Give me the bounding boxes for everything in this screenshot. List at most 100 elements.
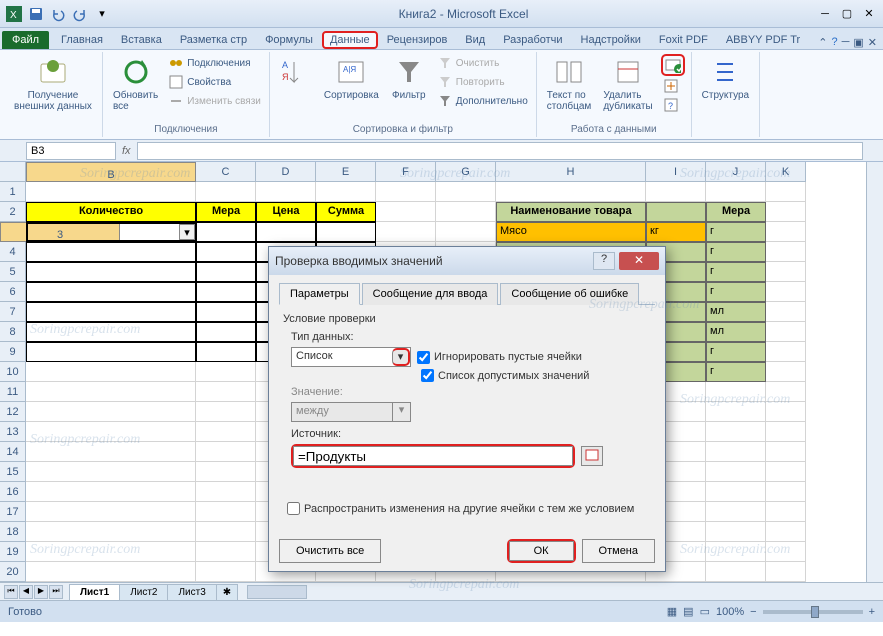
in-cell-dropdown-checkbox[interactable]: Список допустимых значений [421,369,589,382]
cell-C9[interactable] [196,342,256,362]
connections-button[interactable]: Подключения [166,54,263,72]
view-layout-icon[interactable]: ▤ [683,605,693,618]
sheet-tab-1[interactable]: Лист1 [69,584,120,600]
workbook-restore-icon[interactable]: ▣ [853,36,863,49]
type-select[interactable]: Список▾ [291,347,411,367]
view-break-icon[interactable]: ▭ [700,605,710,618]
sort-button[interactable]: А|Я Сортировка [320,54,383,103]
tab-abbyy[interactable]: ABBYY PDF Tr [717,30,809,49]
row-header-6[interactable]: 6 [0,282,26,302]
col-header-H[interactable]: H [496,162,646,182]
cell-J6[interactable]: г [706,282,766,302]
cell-K10[interactable] [766,362,806,382]
cell-H1[interactable] [496,182,646,202]
row-header-15[interactable]: 15 [0,462,26,482]
cell-K6[interactable] [766,282,806,302]
cell-C18[interactable] [196,522,256,542]
tab-foxit[interactable]: Foxit PDF [650,30,717,49]
row-header-13[interactable]: 13 [0,422,26,442]
clear-all-button[interactable]: Очистить все [279,539,381,563]
fx-icon[interactable]: fx [122,145,131,157]
dialog-help-button[interactable]: ? [593,252,615,270]
cell-C14[interactable] [196,442,256,462]
cell-B20[interactable] [26,562,196,582]
cell-J15[interactable] [706,462,766,482]
cell-C4[interactable] [196,242,256,262]
remove-duplicates-button[interactable]: Удалить дубликаты [599,54,656,114]
cell-J11[interactable] [706,382,766,402]
cell-J5[interactable]: г [706,262,766,282]
cell-B15[interactable] [26,462,196,482]
tab-formulas[interactable]: Формулы [256,30,322,49]
formula-input[interactable] [137,142,863,160]
cell-J2[interactable]: Мера [706,202,766,222]
cell-J20[interactable] [706,562,766,582]
cell-B17[interactable] [26,502,196,522]
row-header-19[interactable]: 19 [0,542,26,562]
cell-C10[interactable] [196,362,256,382]
text-to-columns-button[interactable]: Текст по столбцам [543,54,596,114]
cell-K8[interactable] [766,322,806,342]
outline-button[interactable]: Структура [698,54,753,103]
row-header-1[interactable]: 1 [0,182,26,202]
cell-F2[interactable] [376,202,436,222]
cell-J19[interactable] [706,542,766,562]
cell-J1[interactable] [706,182,766,202]
cell-K18[interactable] [766,522,806,542]
cell-B16[interactable] [26,482,196,502]
tab-developer[interactable]: Разработчи [494,30,571,49]
col-header-J[interactable]: J [706,162,766,182]
cell-C7[interactable] [196,302,256,322]
cell-K16[interactable] [766,482,806,502]
cell-G2[interactable] [436,202,496,222]
zoom-out-icon[interactable]: − [750,606,756,618]
cell-C6[interactable] [196,282,256,302]
ignore-blank-checkbox[interactable]: Игнорировать пустые ячейки [417,351,582,364]
cell-K9[interactable] [766,342,806,362]
edit-links-button[interactable]: Изменить связи [166,92,263,110]
qat-customize-icon[interactable]: ▾ [92,4,112,24]
col-header-E[interactable]: E [316,162,376,182]
cell-F3[interactable] [376,222,436,242]
undo-icon[interactable] [48,4,68,24]
cell-B6[interactable] [26,282,196,302]
advanced-filter-button[interactable]: Дополнительно [435,92,530,110]
cell-J8[interactable]: мл [706,322,766,342]
cell-B9[interactable] [26,342,196,362]
cell-D2[interactable]: Цена [256,202,316,222]
cell-B2[interactable]: Количество [26,202,196,222]
cell-K12[interactable] [766,402,806,422]
row-header-20[interactable]: 20 [0,562,26,582]
cell-J16[interactable] [706,482,766,502]
data-validation-button[interactable] [661,54,685,76]
cell-B4[interactable] [26,242,196,262]
col-header-C[interactable]: C [196,162,256,182]
refresh-all-button[interactable]: Обновить все [109,54,162,114]
cell-K3[interactable] [766,222,806,242]
cell-I3[interactable]: кг [646,222,706,242]
cell-C2[interactable]: Мера [196,202,256,222]
tab-home[interactable]: Главная [52,30,112,49]
consolidate-button[interactable] [661,77,685,95]
tab-review[interactable]: Рецензиров [378,30,457,49]
cell-E3[interactable] [316,222,376,242]
next-sheet-icon[interactable]: ▶ [34,585,48,599]
row-header-2[interactable]: 2 [0,202,26,222]
first-sheet-icon[interactable]: ⏮ [4,585,18,599]
tab-layout[interactable]: Разметка стр [171,30,256,49]
save-icon[interactable] [26,4,46,24]
cell-B14[interactable] [26,442,196,462]
cell-B11[interactable] [26,382,196,402]
cell-J10[interactable]: г [706,362,766,382]
cell-K11[interactable] [766,382,806,402]
what-if-button[interactable]: ? [661,96,685,114]
row-header-16[interactable]: 16 [0,482,26,502]
cell-D1[interactable] [256,182,316,202]
cell-C16[interactable] [196,482,256,502]
tab-data[interactable]: Данные [322,31,378,49]
horizontal-scrollbar[interactable] [247,585,865,599]
cell-I1[interactable] [646,182,706,202]
sheet-tab-3[interactable]: Лист3 [167,584,216,600]
col-header-K[interactable]: K [766,162,806,182]
cell-E2[interactable]: Сумма [316,202,376,222]
